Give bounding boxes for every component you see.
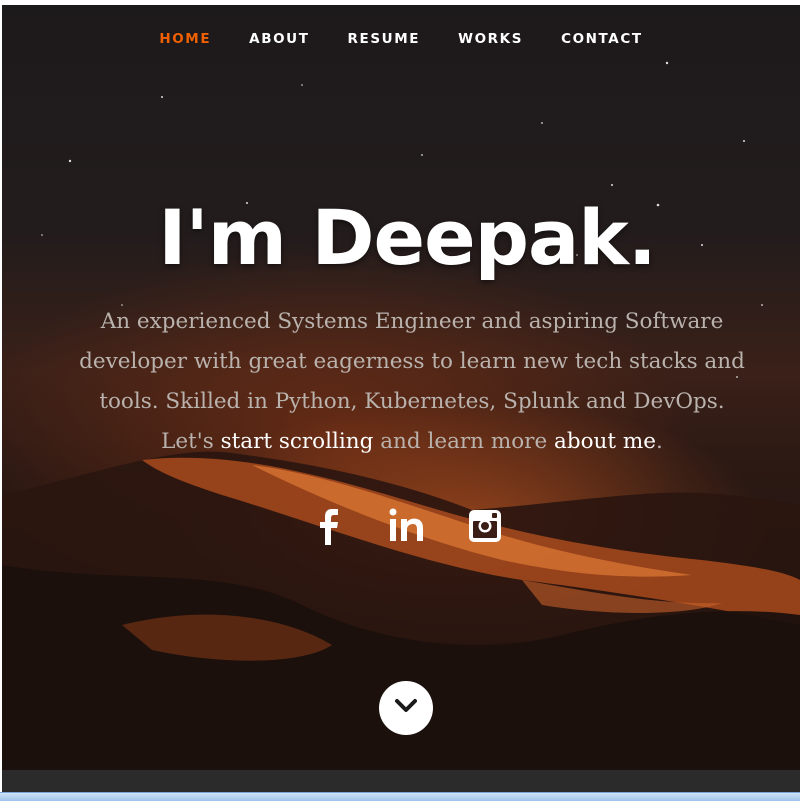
start-scrolling-link[interactable]: start scrolling: [221, 429, 374, 454]
hero-title: I'm Deepak.: [158, 193, 656, 282]
intro-text: An experienced Systems Engineer and aspi…: [79, 309, 745, 414]
nav-home[interactable]: HOME: [159, 31, 211, 47]
learn-more-text: and learn more: [380, 429, 548, 454]
main-navigation: HOME ABOUT RESUME WORKS CONTACT: [2, 31, 800, 47]
linkedin-icon[interactable]: [389, 505, 425, 547]
chevron-down-icon: [394, 698, 418, 718]
social-links: [2, 505, 800, 547]
hero-section: HOME ABOUT RESUME WORKS CONTACT I'm Deep…: [2, 5, 800, 770]
nav-contact[interactable]: CONTACT: [561, 31, 643, 47]
facebook-icon[interactable]: [311, 505, 347, 547]
about-me-link[interactable]: about me: [554, 429, 656, 454]
intro-period: .: [656, 429, 663, 454]
lets-text: Let's: [161, 429, 214, 454]
next-section-edge: [2, 770, 800, 792]
nav-about[interactable]: ABOUT: [249, 31, 309, 47]
hero-intro: An experienced Systems Engineer and aspi…: [72, 302, 752, 462]
nav-works[interactable]: WORKS: [458, 31, 523, 47]
instagram-icon[interactable]: [467, 505, 503, 547]
scroll-down-button[interactable]: [379, 681, 433, 735]
nav-resume[interactable]: RESUME: [348, 31, 421, 47]
